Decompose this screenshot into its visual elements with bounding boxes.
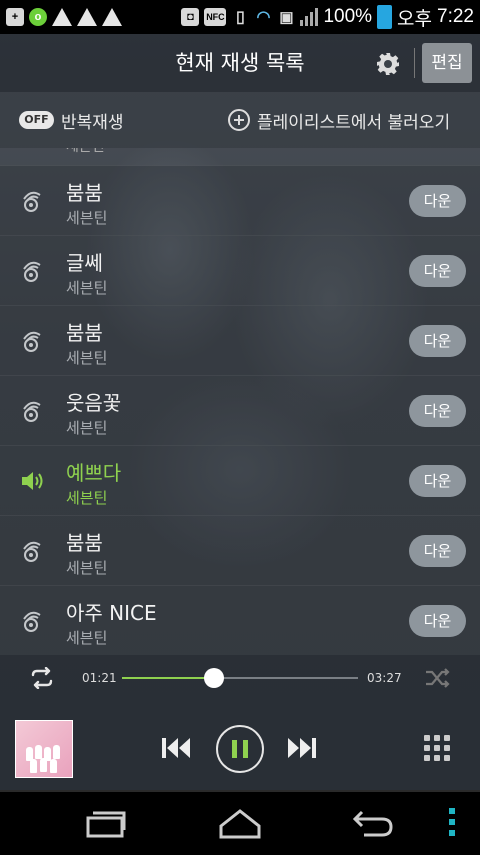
song-title: 아주 NICE — [66, 601, 157, 625]
song-title: 붐붐 — [66, 531, 103, 555]
audio-track-icon — [23, 331, 41, 352]
song-title: 글쎄 — [66, 251, 103, 275]
more-options-icon[interactable] — [448, 808, 456, 840]
load-playlist-button[interactable]: 플레이리스트에서 불러오기 — [257, 108, 450, 133]
warning-icon — [77, 8, 97, 26]
add-circle-icon[interactable] — [228, 109, 250, 131]
edit-button[interactable]: 편집 — [422, 43, 472, 83]
app-notification-icon: o — [29, 8, 47, 26]
warning-icon — [102, 8, 122, 26]
song-artist: 세븐틴 — [66, 279, 108, 297]
repeat-label[interactable]: 반복재생 — [61, 108, 124, 133]
nfc-icon: NFC — [204, 8, 227, 26]
recent-apps-icon[interactable] — [86, 810, 126, 838]
song-artist: 세븐틴 — [66, 148, 105, 156]
repeat-icon[interactable] — [27, 667, 57, 689]
song-title: 붐붐 — [66, 181, 103, 205]
download-button[interactable]: 다운 — [409, 535, 466, 567]
list-item[interactable]: 예쁘다세븐틴 다운 — [0, 445, 480, 516]
audio-track-icon — [23, 611, 41, 632]
album-cover-thumbnail[interactable] — [15, 720, 73, 778]
header-divider — [414, 48, 415, 78]
download-button[interactable]: 다운 — [409, 465, 466, 497]
elapsed-time: 01:21 — [82, 671, 117, 685]
vibrate-icon: ▯ — [236, 9, 245, 26]
battery-percent: 100% — [323, 6, 373, 27]
download-button[interactable]: 다운 — [409, 605, 466, 637]
wifi-icon: ◠ — [256, 9, 271, 26]
audio-track-icon — [23, 401, 41, 422]
song-artist: 세븐틴 — [66, 349, 108, 367]
song-artist: 세븐틴 — [66, 419, 108, 437]
song-artist: 세븐틴 — [66, 209, 108, 227]
list-item[interactable]: 붐붐세븐틴 다운 — [0, 515, 480, 586]
sim-icon: ▣ — [279, 9, 294, 26]
home-icon[interactable] — [218, 808, 262, 840]
total-time: 03:27 — [367, 671, 402, 685]
song-artist: 세븐틴 — [66, 489, 108, 507]
grid-menu-icon[interactable] — [424, 735, 450, 761]
player-controls: 01:21 03:27 — [0, 655, 480, 790]
add-notification-icon: + — [6, 8, 24, 26]
previous-track-icon[interactable] — [160, 735, 192, 761]
signal-icon — [300, 8, 319, 26]
shuffle-icon[interactable] — [424, 667, 452, 689]
progress-thumb[interactable] — [204, 668, 225, 688]
pause-button[interactable] — [216, 725, 264, 773]
download-button[interactable]: 다운 — [409, 185, 466, 217]
download-button[interactable]: 다운 — [409, 255, 466, 287]
list-item[interactable]: 글쎄세븐틴 다운 — [0, 235, 480, 306]
header: 현재 재생 목록 편집 — [0, 34, 480, 92]
gamepad-icon: ◘ — [181, 8, 200, 26]
progress-slider[interactable] — [122, 668, 358, 688]
download-button[interactable]: 다운 — [409, 395, 466, 427]
list-item[interactable]: 붐붐세븐틴 다운 — [0, 305, 480, 376]
system-nav-bar — [0, 790, 480, 855]
song-artist: 세븐틴 — [66, 629, 108, 647]
audio-track-icon — [23, 261, 41, 282]
song-title: 붐붐 — [66, 321, 103, 345]
list-item[interactable]: 아주 NICE 세븐틴 다운 — [0, 585, 480, 655]
song-artist: 세븐틴 — [66, 559, 108, 577]
page-title: 현재 재생 목록 — [175, 51, 305, 75]
repeat-toggle[interactable]: OFF — [19, 111, 54, 129]
warning-icon — [52, 8, 72, 26]
back-icon[interactable] — [352, 808, 394, 838]
download-button[interactable]: 다운 — [409, 325, 466, 357]
speaker-playing-icon — [22, 472, 43, 490]
list-item[interactable]: 웃음꽃세븐틴 다운 — [0, 375, 480, 446]
song-list[interactable]: 세븐틴 붐붐세븐틴다운글쎄세븐틴다운붐붐세븐틴다운웃음꽃세븐틴다운예쁘다세븐틴다… — [0, 148, 480, 655]
next-track-icon[interactable] — [286, 735, 318, 761]
audio-track-icon — [23, 541, 41, 562]
list-item[interactable]: 붐붐세븐틴 다운 — [0, 165, 480, 236]
song-title: 예쁘다 — [66, 461, 122, 485]
status-ampm: 오후 — [397, 8, 433, 30]
playlist-options-bar: OFF 반복재생 플레이리스트에서 불러오기 — [0, 92, 480, 148]
progress-fill — [122, 677, 215, 679]
battery-icon — [377, 5, 393, 29]
gear-icon[interactable] — [376, 52, 400, 76]
status-time: 7:22 — [437, 6, 474, 27]
song-title: 웃음꽃 — [66, 391, 122, 415]
status-bar: + o ◘ NFC ▯ ◠ ▣ 100% 오후 7:22 — [0, 0, 480, 34]
audio-track-icon — [23, 191, 41, 212]
